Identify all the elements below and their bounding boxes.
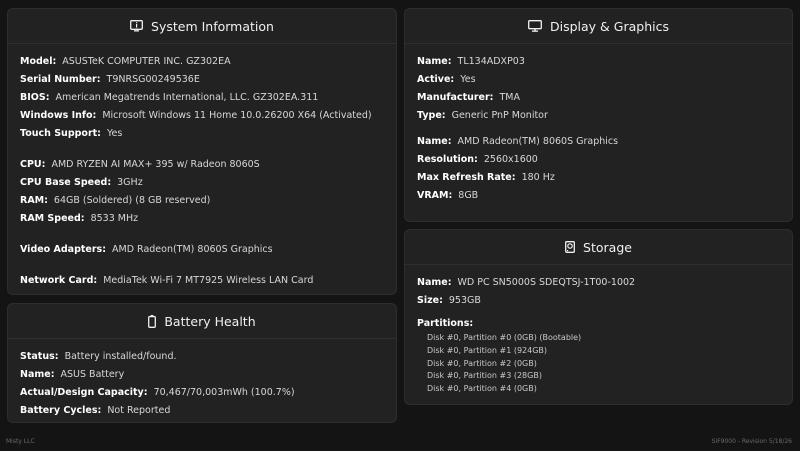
info-row-serial: Serial Number: T9NRSG00249536E [20, 71, 384, 89]
display-row-name: Name: TL134ADXP03 [417, 53, 780, 71]
row-value: TMA [499, 92, 520, 103]
row-label: CPU Base Speed: [20, 177, 112, 188]
row-label: Size: [417, 295, 443, 306]
partition-item: Disk #0, Partition #4 (0GB) [427, 384, 537, 394]
battery-icon [148, 314, 157, 328]
info-row-ram-speed: RAM Speed: 8533 MHz [20, 210, 384, 228]
row-label: Serial Number: [20, 74, 101, 85]
row-label: Manufacturer: [417, 92, 494, 103]
info-row-ram: RAM: 64GB (Soldered) (8 GB reserved) [20, 192, 384, 210]
row-label: CPU: [20, 159, 46, 170]
row-label: RAM: [20, 195, 48, 206]
partition-item: Disk #0, Partition #1 (924GB) [427, 345, 548, 355]
row-value: ASUSTeK COMPUTER INC. GZ302EA [62, 56, 231, 67]
row-value: 3GHz [117, 177, 143, 188]
display-graphics-panel: Display & Graphics Name: TL134ADXP03 Acti… [404, 8, 793, 222]
partition-item: Disk #0, Partition #2 (0GB) [427, 358, 537, 368]
storage-header: Storage [405, 230, 792, 265]
battery-health-panel: Battery Health Status: Battery installed/… [7, 303, 397, 423]
battery-health-header: Battery Health [8, 304, 396, 339]
row-value: 8533 MHz [90, 213, 139, 224]
row-label: BIOS: [20, 92, 50, 103]
row-value: Yes [460, 74, 476, 85]
info-row-windows: Windows Info: Microsoft Windows 11 Home 1… [20, 107, 384, 125]
info-row-model: Model: ASUSTeK COMPUTER INC. GZ302EA [20, 53, 384, 71]
row-label: Max Refresh Rate: [417, 172, 516, 183]
info-row-touch: Touch Support: Yes [20, 125, 384, 143]
gpu-row-resolution: Resolution: 2560x1600 [417, 151, 780, 169]
row-value: 180 Hz [521, 172, 555, 183]
display-row-active: Active: Yes [417, 71, 780, 89]
hard-drive-icon [565, 241, 575, 253]
row-label: RAM Speed: [20, 213, 85, 224]
row-label: Actual/Design Capacity: [20, 387, 148, 398]
row-label: Status: [20, 351, 59, 362]
partition-item: Disk #0, Partition #0 (0GB) (Bootable) [427, 333, 582, 342]
battery-row-cycles: Battery Cycles: Not Reported [20, 402, 384, 420]
row-value: Battery installed/found. [64, 351, 177, 362]
row-label: Name: [417, 277, 452, 288]
row-label: Name: [417, 136, 452, 147]
row-value: American Megatrends International, LLC. … [55, 92, 319, 103]
partition-item: Disk #0, Partition #3 (28GB) [427, 371, 542, 381]
row-value: WD PC SN5000S SDEQTSJ-1T00-1002 [457, 277, 636, 288]
row-value: Microsoft Windows 11 Home 10.0.26200 X64… [102, 110, 372, 121]
row-value: 953GB [448, 295, 481, 306]
system-information-header: System Information [8, 9, 396, 44]
partitions-label: Partitions: [417, 318, 474, 329]
footer-left-text: Misty LLC [6, 438, 35, 445]
storage-row-size: Size: 953GB [417, 292, 780, 310]
row-value: 70,467/70,003mWh (100.7%) [153, 387, 295, 398]
display-row-type: Type: Generic PnP Monitor [417, 107, 780, 125]
gpu-row-vram: VRAM: 8GB [417, 187, 780, 205]
info-row-cpu: CPU: AMD RYZEN AI MAX+ 395 w/ Radeon 8060… [20, 156, 384, 174]
row-value: Yes [106, 128, 123, 139]
row-label: VRAM: [417, 190, 453, 201]
panel-title: Battery Health [164, 313, 256, 329]
row-value: 64GB (Soldered) (8 GB reserved) [53, 195, 211, 206]
row-value: ASUS Battery [60, 369, 125, 380]
row-label: Windows Info: [20, 110, 97, 121]
panel-title: Storage [583, 239, 632, 255]
battery-row-name: Name: ASUS Battery [20, 366, 384, 384]
row-value: TL134ADXP03 [457, 56, 525, 67]
row-label: Model: [20, 56, 57, 67]
row-value: AMD Radeon(TM) 8060S Graphics [112, 244, 273, 255]
storage-row-name: Name: WD PC SN5000S SDEQTSJ-1T00-1002 [417, 274, 780, 292]
battery-row-status: Status: Battery installed/found. [20, 348, 384, 366]
system-information-panel: System Information Model: ASUSTeK COMPUTE… [7, 8, 397, 295]
info-row-cpu-speed: CPU Base Speed: 3GHz [20, 174, 384, 192]
row-label: Battery Cycles: [20, 405, 102, 416]
info-row-network: Network Card: MediaTek Wi-Fi 7 MT7925 Wir… [20, 272, 384, 290]
row-value: T9NRSG00249536E [106, 74, 200, 85]
info-screen-icon [130, 20, 143, 32]
row-label: Resolution: [417, 154, 478, 165]
battery-row-capacity: Actual/Design Capacity: 70,467/70,003mWh … [20, 384, 384, 402]
row-label: Touch Support: [20, 128, 101, 139]
panel-title: Display & Graphics [550, 18, 669, 34]
row-label: Name: [20, 369, 55, 380]
info-row-bios: BIOS: American Megatrends International, … [20, 89, 384, 107]
row-value: Not Reported [107, 405, 171, 416]
row-value: 2560x1600 [483, 154, 538, 165]
row-label: Video Adapters: [20, 244, 107, 255]
row-value: AMD RYZEN AI MAX+ 395 w/ Radeon 8060S [51, 159, 260, 170]
panel-title: System Information [151, 18, 274, 34]
gpu-row-name: Name: AMD Radeon(TM) 8060S Graphics [417, 133, 780, 151]
footer-right-text: SIF9000 - Revision 5/18/26 [711, 438, 792, 445]
row-value: AMD Radeon(TM) 8060S Graphics [457, 136, 619, 147]
storage-panel: Storage Name: WD PC SN5000S SDEQTSJ-1T00-… [404, 229, 793, 405]
row-label: Network Card: [20, 275, 98, 286]
row-value: 8GB [458, 190, 479, 201]
row-value: MediaTek Wi-Fi 7 MT7925 Wireless LAN Car… [103, 275, 314, 286]
row-label: Type: [417, 110, 446, 121]
monitor-icon [528, 20, 542, 32]
row-label: Name: [417, 56, 452, 67]
display-graphics-header: Display & Graphics [405, 9, 792, 44]
row-label: Active: [417, 74, 455, 85]
gpu-row-refresh: Max Refresh Rate: 180 Hz [417, 169, 780, 187]
display-row-manufacturer: Manufacturer: TMA [417, 89, 780, 107]
info-row-video: Video Adapters: AMD Radeon(TM) 8060S Grap… [20, 241, 384, 259]
row-value: Generic PnP Monitor [451, 110, 548, 121]
